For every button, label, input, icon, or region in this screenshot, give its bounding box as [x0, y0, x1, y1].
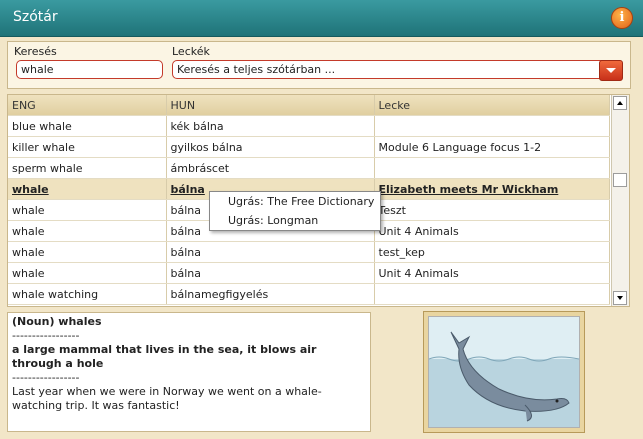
cell-eng: blue whale [8, 115, 167, 137]
definition-example: Last year when we were in Norway we went… [12, 385, 322, 412]
whale-icon [428, 317, 580, 427]
definition-panel: (Noun) whales ----------------- a large … [7, 312, 371, 432]
scroll-thumb[interactable] [613, 173, 627, 187]
cell-lesson [374, 283, 610, 305]
cell-hun: gyilkos bálna [166, 136, 375, 158]
cell-lesson: Teszt [374, 199, 610, 221]
separator: ----------------- [12, 329, 80, 342]
cell-lesson: test_kep [374, 241, 610, 263]
cell-eng: whale [8, 220, 167, 242]
lessons-select[interactable]: Keresés a teljes szótárban ... [172, 60, 610, 79]
cell-hun: ámbráscet [166, 157, 375, 179]
vertical-scrollbar[interactable] [611, 95, 629, 306]
definition-meaning: a large mammal that lives in the sea, it… [12, 343, 317, 370]
cell-eng: whale [8, 262, 167, 284]
cell-eng: whale [8, 241, 167, 263]
search-panel: Keresés Leckék whale Keresés a teljes sz… [7, 41, 631, 89]
lessons-label: Leckék [172, 45, 210, 58]
cell-eng: whale watching [8, 283, 167, 305]
cell-hun: bálnamegfigyelés [166, 283, 375, 305]
cell-lesson: Module 6 Language focus 1-2 [374, 136, 610, 158]
table-row[interactable]: whale bálna Unit 4 Animals [8, 262, 610, 284]
cell-eng: killer whale [8, 136, 167, 158]
column-header-hun[interactable]: HUN [166, 95, 375, 116]
cell-hun: kék bálna [166, 115, 375, 137]
lessons-dropdown-button[interactable] [599, 60, 623, 81]
cell-lesson: Unit 4 Animals [374, 262, 610, 284]
cell-lesson: Unit 4 Animals [374, 220, 610, 242]
cell-lesson: Elizabeth meets Mr Wickham [374, 178, 610, 200]
menu-item-free-dictionary[interactable]: Ugrás: The Free Dictionary [210, 192, 380, 211]
word-picture-frame [423, 311, 585, 433]
context-menu: Ugrás: The Free Dictionary Ugrás: Longma… [209, 191, 381, 231]
search-input[interactable]: whale [16, 60, 163, 79]
cell-eng: whale [8, 178, 167, 200]
cell-eng: sperm whale [8, 157, 167, 179]
scroll-up-icon[interactable] [613, 96, 627, 110]
search-label: Keresés [14, 45, 57, 58]
window-title: Szótár [13, 9, 58, 25]
whale-picture [428, 316, 580, 428]
cell-lesson [374, 115, 610, 137]
cell-hun: bálna [166, 241, 375, 263]
info-icon[interactable]: i [611, 7, 633, 29]
title-bar: Szótár i [0, 0, 643, 37]
cell-hun: bálna [166, 262, 375, 284]
cell-eng: whale [8, 199, 167, 221]
column-header-eng[interactable]: ENG [8, 95, 167, 116]
separator: ----------------- [12, 371, 80, 384]
definition-heading: (Noun) whales [12, 315, 102, 328]
table-row[interactable]: sperm whale ámbráscet [8, 157, 610, 179]
menu-item-longman[interactable]: Ugrás: Longman [210, 211, 380, 230]
column-header-lecke[interactable]: Lecke [374, 95, 610, 116]
table-row[interactable]: whale watching bálnamegfigyelés [8, 283, 610, 305]
scroll-down-icon[interactable] [613, 291, 627, 305]
table-row[interactable]: blue whale kék bálna [8, 115, 610, 137]
table-row[interactable]: whale bálna test_kep [8, 241, 610, 263]
table-row[interactable]: killer whale gyilkos bálna Module 6 Langua… [8, 136, 610, 158]
cell-lesson [374, 157, 610, 179]
chevron-down-icon [606, 68, 616, 73]
